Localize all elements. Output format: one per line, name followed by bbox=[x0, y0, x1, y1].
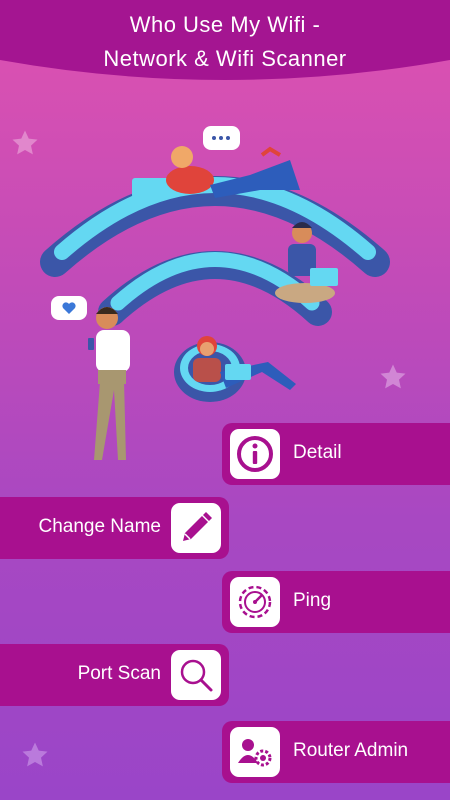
page-title-line2: Network & Wifi Scanner bbox=[103, 46, 347, 71]
change-name-button[interactable]: Change Name bbox=[0, 497, 229, 559]
port-scan-button[interactable]: Port Scan bbox=[0, 644, 229, 706]
page-title-line1: Who Use My Wifi - bbox=[129, 12, 321, 37]
ping-label: Ping bbox=[293, 590, 332, 611]
router-admin-button[interactable]: Router Admin bbox=[222, 721, 450, 783]
users-gear-icon bbox=[238, 739, 272, 767]
change-name-label: Change Name bbox=[38, 516, 161, 537]
detail-button[interactable]: Detail bbox=[222, 423, 450, 485]
magnifier-icon bbox=[180, 659, 213, 692]
speedometer-gear-icon bbox=[238, 585, 272, 619]
info-icon-box bbox=[230, 429, 280, 479]
pencil-icon bbox=[183, 512, 212, 541]
magnifier-icon-box bbox=[171, 650, 221, 700]
detail-label: Detail bbox=[293, 442, 342, 463]
wifi-people-illustration bbox=[40, 126, 390, 460]
app-header: Who Use My Wifi - Network & Wifi Scanner bbox=[0, 0, 450, 80]
info-icon bbox=[237, 436, 273, 472]
star-decoration-icon bbox=[22, 742, 48, 767]
router-admin-label: Router Admin bbox=[293, 740, 409, 761]
ping-button[interactable]: Ping bbox=[222, 571, 450, 633]
pencil-icon-box bbox=[171, 503, 221, 553]
port-scan-label: Port Scan bbox=[77, 663, 161, 684]
users-gear-icon-box bbox=[230, 727, 280, 777]
speedometer-gear-icon-box bbox=[230, 577, 280, 627]
